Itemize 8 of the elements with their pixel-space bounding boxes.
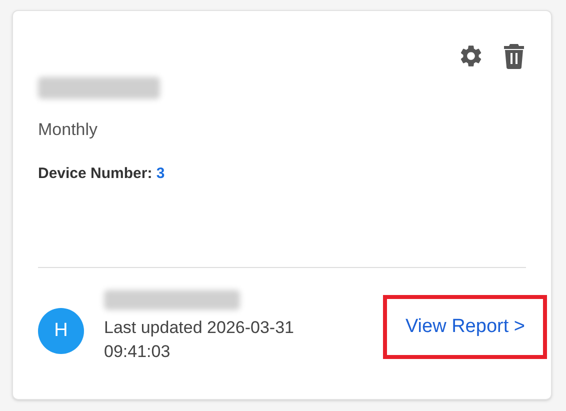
device-number: 3 (156, 164, 165, 182)
view-report-link[interactable]: View Report > (383, 294, 547, 360)
device-number-label: Device Number: (38, 164, 152, 182)
avatar: H (38, 308, 84, 354)
billing-period: Monthly (38, 119, 99, 141)
last-updated: Last updated 2026-03-31 09:41:03 (104, 317, 295, 363)
settings-icon[interactable] (458, 43, 484, 69)
delete-icon[interactable] (502, 43, 526, 69)
